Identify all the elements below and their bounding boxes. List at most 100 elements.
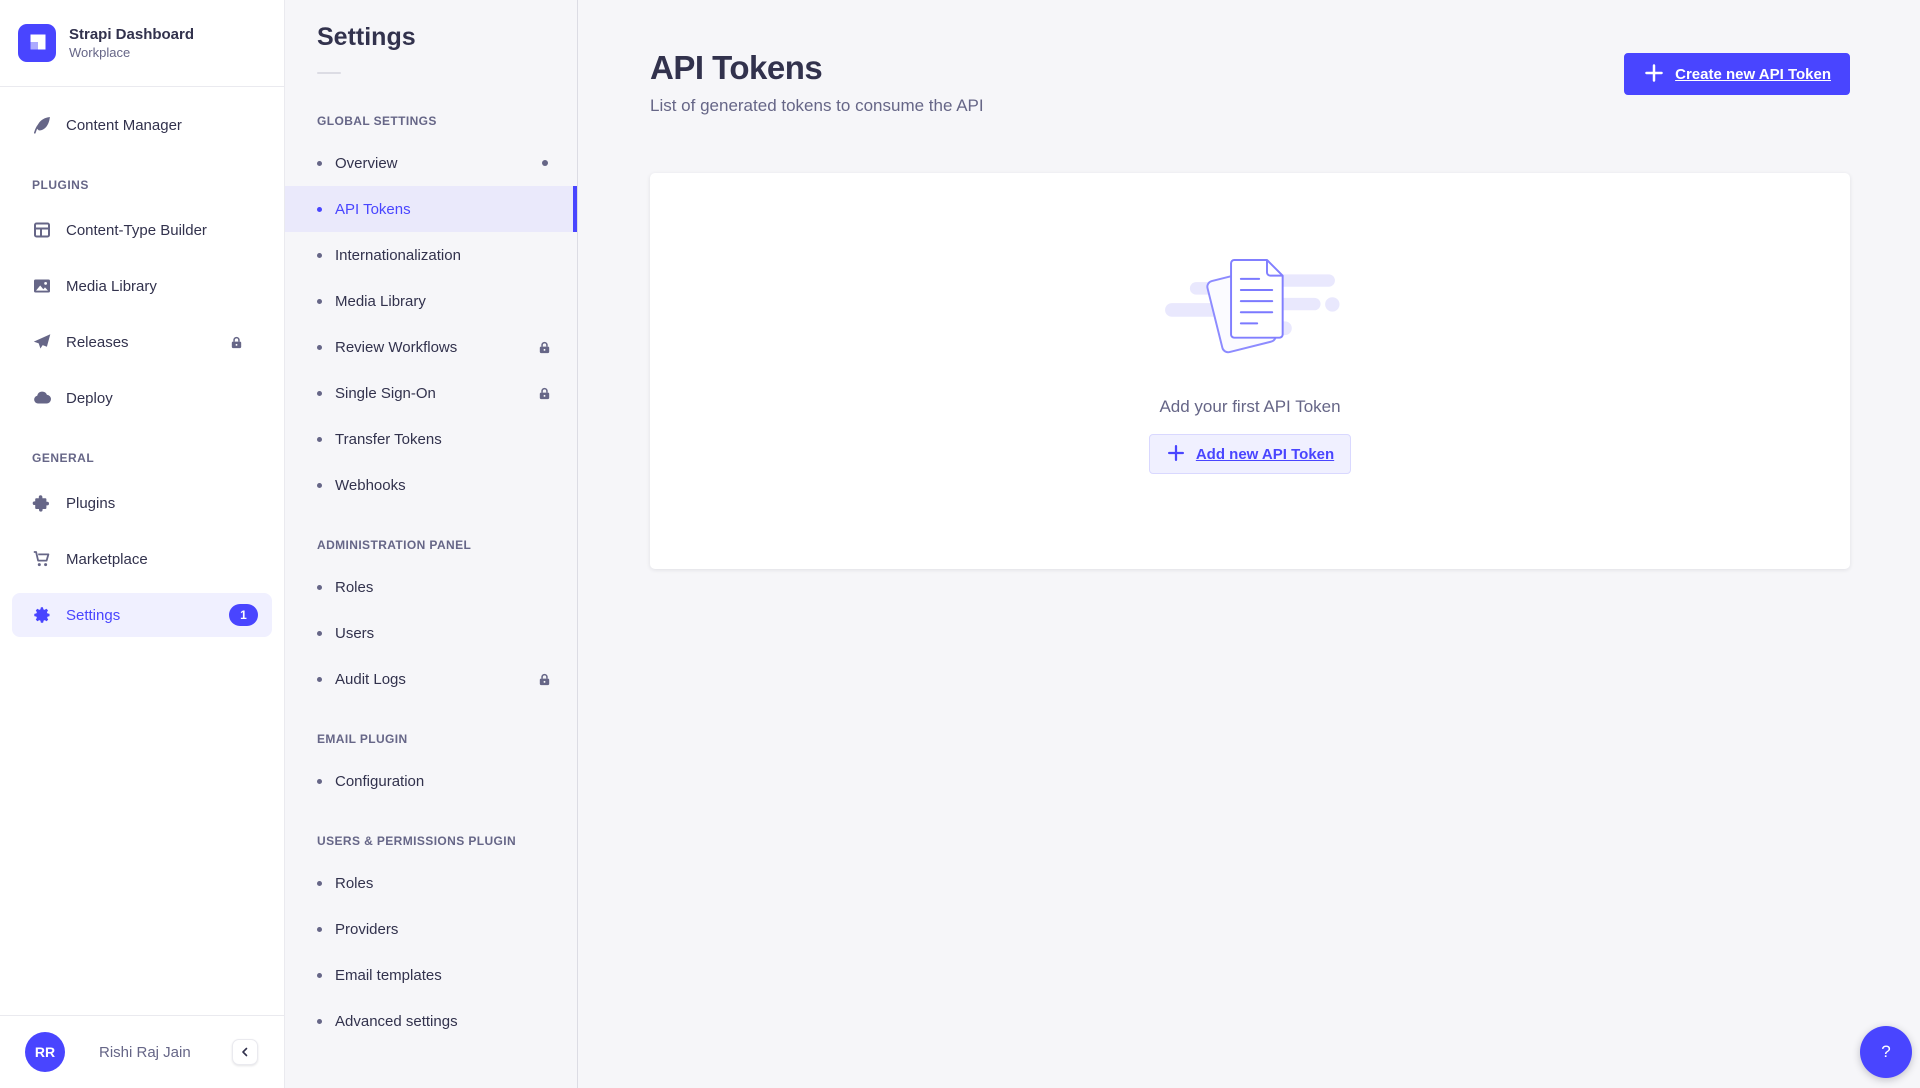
user-row: RR Rishi Raj Jain (0, 1015, 284, 1088)
bullet (317, 881, 322, 886)
bullet (317, 253, 322, 258)
subnav-section-label: USERS & PERMISSIONS PLUGIN (285, 804, 577, 860)
notification-badge: 1 (229, 604, 258, 626)
settings-nav-item-users[interactable]: Users (285, 610, 577, 656)
sidebar-item-releases[interactable]: Releases (0, 314, 284, 370)
settings-nav-item-single-sign-on[interactable]: Single Sign-On (285, 370, 577, 416)
sidebar-item-marketplace[interactable]: Marketplace (0, 531, 284, 587)
bullet (317, 391, 322, 396)
settings-nav-item-label: Roles (335, 579, 373, 596)
settings-nav-item-label: Advanced settings (335, 1013, 458, 1030)
sidebar-item-label: Content Manager (66, 117, 182, 134)
sidebar-item-label: Content-Type Builder (66, 222, 207, 239)
bullet (317, 779, 322, 784)
sidebar-item-settings[interactable]: Settings 1 (12, 593, 272, 637)
sidebar-item-plugins[interactable]: Plugins (0, 475, 284, 531)
workspace-title: Strapi Dashboard (69, 26, 194, 44)
bullet (317, 973, 322, 978)
settings-nav-item-configuration[interactable]: Configuration (285, 758, 577, 804)
settings-nav-item-audit-logs[interactable]: Audit Logs (285, 656, 577, 702)
settings-nav-item-overview[interactable]: Overview (285, 140, 577, 186)
picture-icon (32, 276, 52, 296)
settings-nav-item-advanced-settings[interactable]: Advanced settings (285, 998, 577, 1044)
layout-icon (32, 220, 52, 240)
settings-nav-item-roles[interactable]: Roles (285, 860, 577, 906)
settings-nav-item-label: Single Sign-On (335, 385, 436, 402)
sidebar-item-content-manager[interactable]: Content Manager (0, 97, 284, 153)
user-name: Rishi Raj Jain (99, 1044, 232, 1061)
sidebar-item-media-library[interactable]: Media Library (0, 258, 284, 314)
bullet (317, 161, 322, 166)
gear-icon (32, 605, 52, 625)
bullet (317, 483, 322, 488)
strapi-logo-icon (18, 24, 56, 62)
sidebar-item-label: Media Library (66, 278, 157, 295)
avatar[interactable]: RR (25, 1032, 65, 1072)
puzzle-icon (32, 493, 52, 513)
lock-icon (537, 386, 552, 401)
lock-icon (229, 335, 244, 350)
main-sidebar: Strapi Dashboard Workplace Content Manag… (0, 0, 285, 1088)
page-subtitle: List of generated tokens to consume the … (650, 96, 984, 116)
create-api-token-button[interactable]: Create new API Token (1624, 53, 1850, 95)
settings-nav-item-api-tokens[interactable]: API Tokens (285, 186, 577, 232)
settings-nav-item-label: Webhooks (335, 477, 406, 494)
chevron-left-icon (239, 1046, 251, 1058)
settings-nav-item-email-templates[interactable]: Email templates (285, 952, 577, 998)
bullet (317, 677, 322, 682)
subnav-section-label: ADMINISTRATION PANEL (285, 508, 577, 564)
settings-nav-item-label: Configuration (335, 773, 424, 790)
bullet (317, 585, 322, 590)
settings-nav-item-roles[interactable]: Roles (285, 564, 577, 610)
sidebar-item-label: Deploy (66, 390, 113, 407)
sidebar-item-content-type-builder[interactable]: Content-Type Builder (0, 202, 284, 258)
sidebar-item-label: Settings (66, 607, 120, 624)
settings-nav-item-label: Overview (335, 155, 398, 172)
nav-section-label: GENERAL (0, 426, 284, 475)
add-api-token-label: Add new API Token (1196, 446, 1334, 463)
settings-nav-item-transfer-tokens[interactable]: Transfer Tokens (285, 416, 577, 462)
app-root: Strapi Dashboard Workplace Content Manag… (0, 0, 1920, 1088)
settings-nav-item-label: Audit Logs (335, 671, 406, 688)
bullet (317, 631, 322, 636)
settings-nav-item-media-library[interactable]: Media Library (285, 278, 577, 324)
add-api-token-button[interactable]: Add new API Token (1149, 434, 1351, 474)
settings-nav-item-label: Email templates (335, 967, 442, 984)
bullet (317, 345, 322, 350)
subnav-title: Settings (317, 24, 577, 50)
settings-nav-item-label: Transfer Tokens (335, 431, 442, 448)
page-header: API Tokens List of generated tokens to c… (650, 50, 1850, 116)
settings-nav-item-label: Providers (335, 921, 398, 938)
subnav-section-label: EMAIL PLUGIN (285, 702, 577, 758)
paper-plane-icon (32, 332, 52, 352)
subnav-section-label: GLOBAL SETTINGS (285, 84, 577, 140)
settings-nav-item-internationalization[interactable]: Internationalization (285, 232, 577, 278)
settings-nav-item-providers[interactable]: Providers (285, 906, 577, 952)
help-button[interactable]: ? (1860, 1026, 1912, 1078)
collapse-sidebar-button[interactable] (232, 1039, 258, 1065)
create-api-token-label: Create new API Token (1675, 66, 1831, 83)
subnav-sections: GLOBAL SETTINGS Overview API Tokens Interna… (285, 74, 577, 1044)
settings-nav-item-label: Roles (335, 875, 373, 892)
api-tokens-empty-card: Add your first API Token Add new API Tok… (650, 173, 1850, 569)
bullet (317, 927, 322, 932)
settings-nav-item-label: Review Workflows (335, 339, 457, 356)
settings-nav-item-review-workflows[interactable]: Review Workflows (285, 324, 577, 370)
settings-nav-item-label: API Tokens (335, 201, 411, 218)
cart-icon (32, 549, 52, 569)
workspace-header[interactable]: Strapi Dashboard Workplace (0, 0, 284, 87)
bullet (317, 299, 322, 304)
cloud-icon (32, 388, 52, 408)
settings-nav-item-webhooks[interactable]: Webhooks (285, 462, 577, 508)
settings-subnav: Settings GLOBAL SETTINGS Overview API Toke… (285, 0, 578, 1088)
bullet (317, 1019, 322, 1024)
lock-icon (537, 340, 552, 355)
bullet (317, 437, 322, 442)
sidebar-item-label: Releases (66, 334, 129, 351)
sidebar-item-label: Marketplace (66, 551, 148, 568)
sidebar-item-deploy[interactable]: Deploy (0, 370, 284, 426)
settings-nav-item-label: Internationalization (335, 247, 461, 264)
lock-icon (537, 672, 552, 687)
plus-icon (1166, 443, 1186, 466)
subnav-header: Settings (285, 0, 577, 74)
